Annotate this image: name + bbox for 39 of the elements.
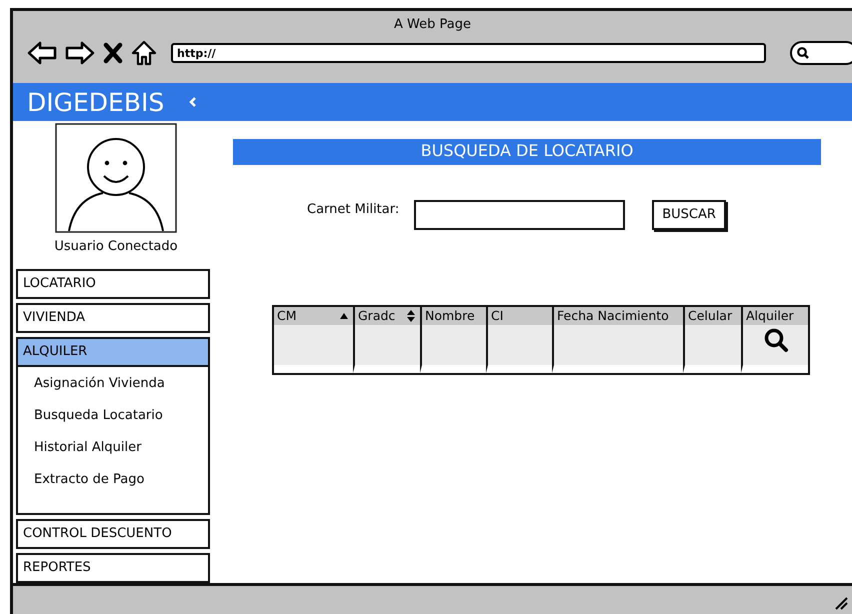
column-header[interactable]: Gradc bbox=[353, 306, 420, 325]
carnet-field[interactable] bbox=[414, 200, 626, 230]
submenu-item[interactable]: Asignación Vivienda bbox=[34, 370, 208, 403]
table-cell bbox=[486, 324, 552, 373]
menu-item[interactable]: CONTROL DESCUENTO bbox=[16, 518, 210, 549]
column-header[interactable]: Fecha Nacimiento bbox=[552, 306, 683, 325]
submenu-item[interactable]: Extracto de Pago bbox=[34, 466, 208, 499]
section-title: BUSQUEDA DE LOCATARIO bbox=[233, 138, 821, 165]
window-title: A Web Page bbox=[394, 17, 471, 32]
url-field[interactable]: http:// bbox=[171, 43, 766, 63]
close-icon[interactable] bbox=[103, 42, 123, 64]
collapse-icon[interactable] bbox=[188, 95, 198, 110]
app-title: DIGEDEBIS bbox=[27, 88, 164, 117]
search-icon bbox=[796, 46, 810, 60]
menu-item[interactable]: VIVIENDA bbox=[16, 302, 210, 333]
home-icon[interactable] bbox=[131, 40, 157, 66]
menu-item[interactable]: REPORTES bbox=[16, 552, 210, 583]
submenu-item[interactable]: Historial Alquiler bbox=[34, 434, 208, 467]
search-icon[interactable] bbox=[762, 326, 788, 353]
user-label: Usuario Conectado bbox=[54, 238, 178, 254]
sort-ascending-icon[interactable] bbox=[339, 312, 349, 320]
field-label: Carnet Militar: bbox=[307, 202, 400, 218]
table-cell bbox=[353, 324, 420, 373]
forward-icon[interactable] bbox=[65, 41, 95, 65]
submenu-item[interactable]: Busqueda Locatario bbox=[34, 402, 208, 435]
column-header[interactable]: CI bbox=[486, 306, 552, 325]
menu-item[interactable]: LOCATARIO bbox=[16, 268, 210, 299]
column-header[interactable]: CM bbox=[274, 306, 353, 325]
sort-icon[interactable] bbox=[406, 308, 416, 323]
column-header[interactable]: Nombre bbox=[420, 306, 486, 325]
back-icon[interactable] bbox=[27, 41, 57, 65]
avatar-icon bbox=[55, 122, 177, 233]
search-button[interactable]: BUSCAR bbox=[652, 200, 726, 230]
menu-item[interactable]: ALQUILER bbox=[16, 336, 210, 367]
search-field[interactable] bbox=[790, 41, 852, 65]
column-header[interactable]: Celular bbox=[683, 306, 741, 325]
table-cell bbox=[420, 324, 486, 373]
column-header[interactable]: Alquiler bbox=[741, 306, 808, 325]
resize-grip-icon[interactable] bbox=[834, 596, 848, 610]
